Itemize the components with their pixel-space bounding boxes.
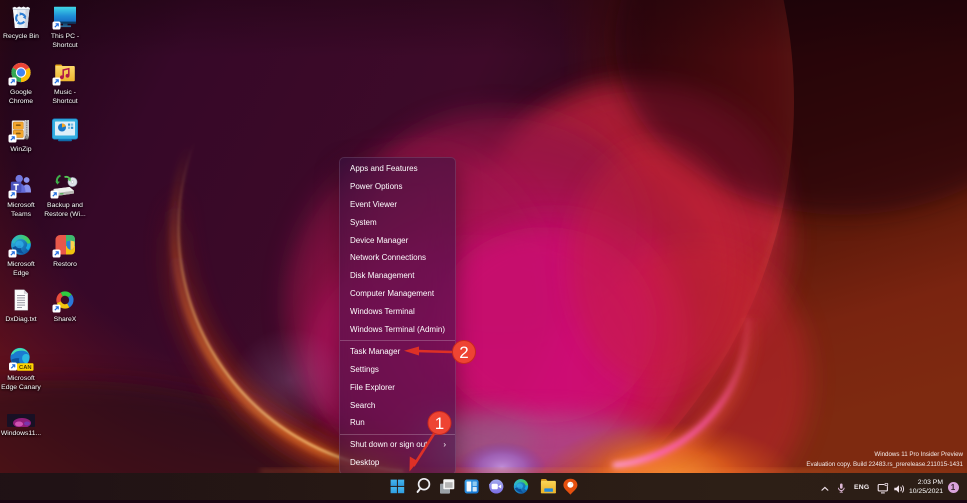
svg-text:CAN: CAN: [19, 365, 32, 371]
